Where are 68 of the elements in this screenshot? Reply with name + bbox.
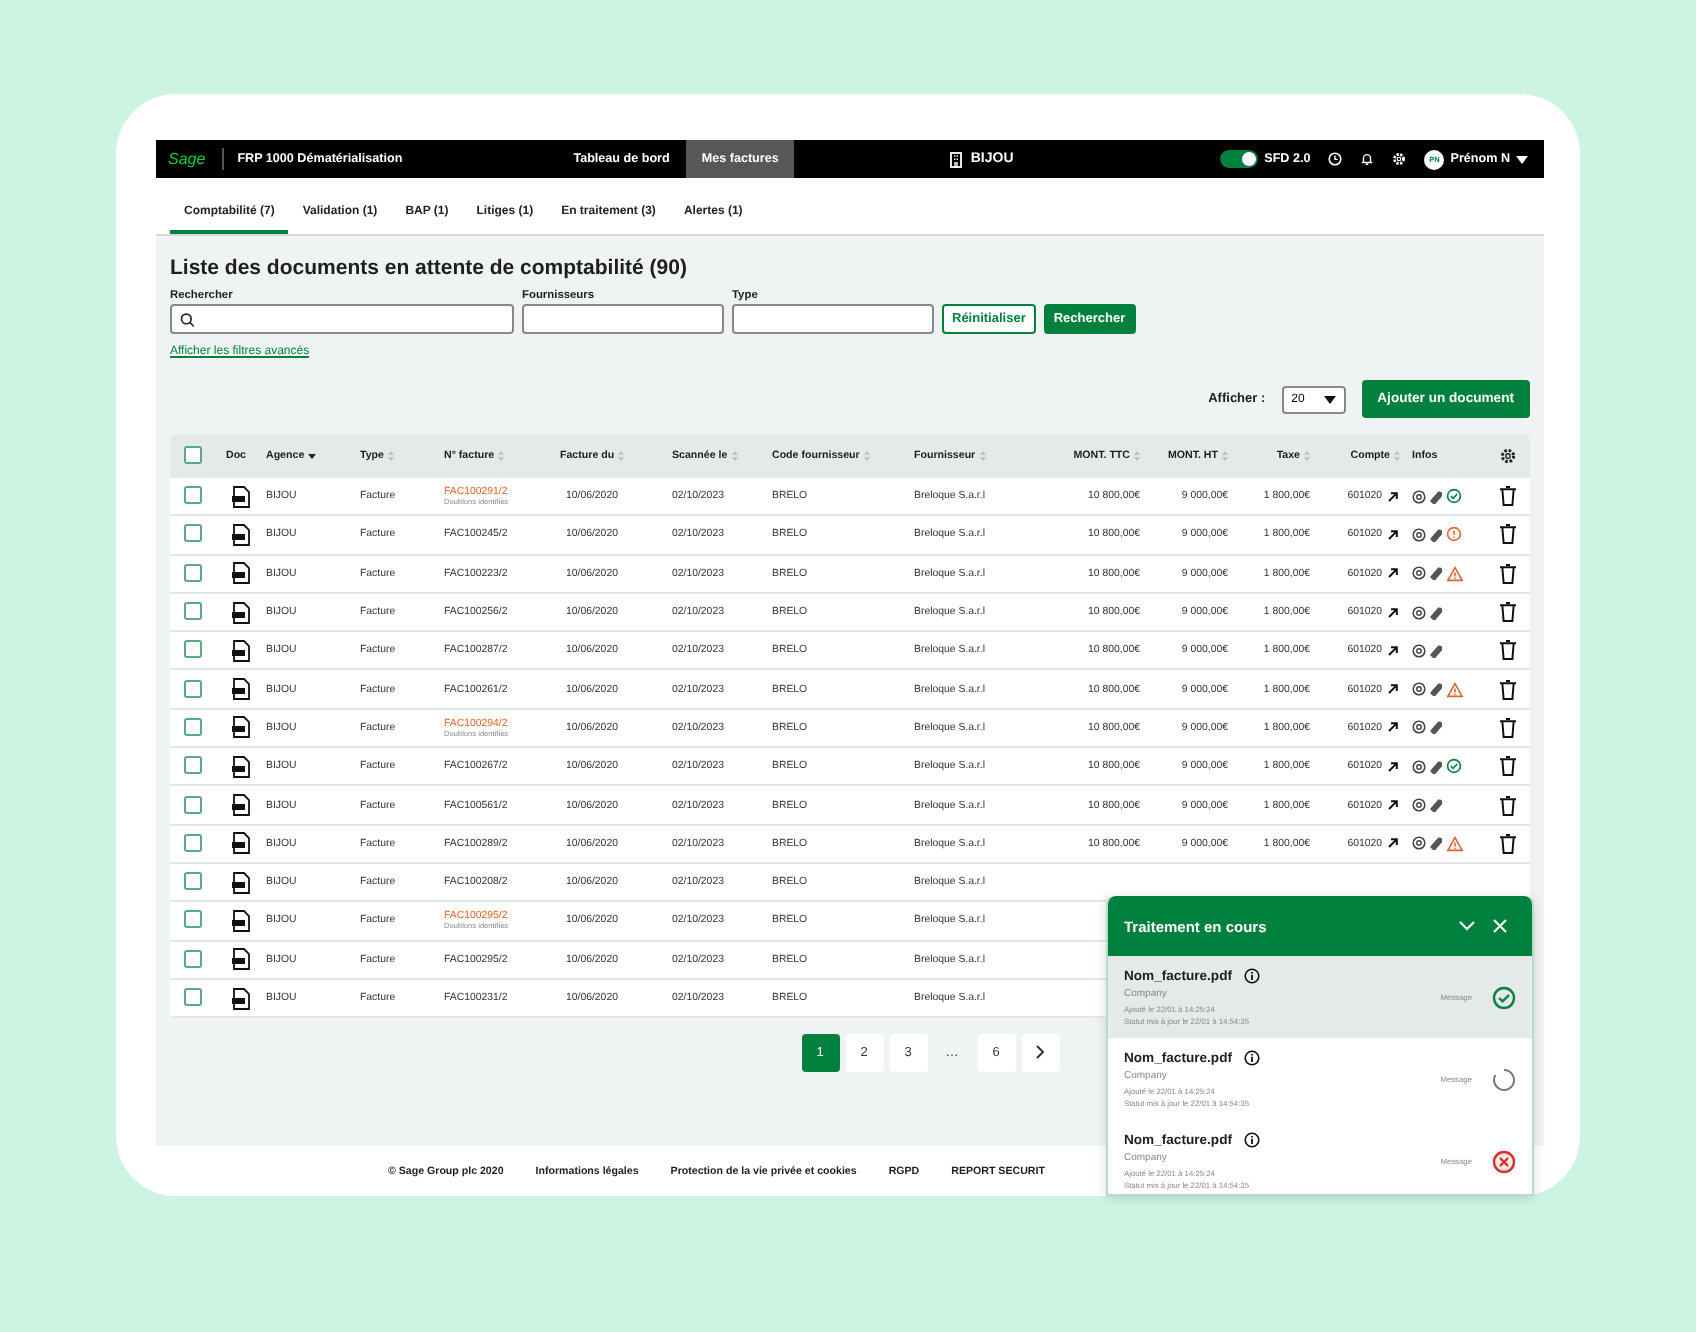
arrow-icon[interactable] xyxy=(1388,722,1398,733)
arrow-icon[interactable] xyxy=(1388,838,1398,849)
row-checkbox[interactable] xyxy=(184,756,202,775)
row-checkbox[interactable] xyxy=(184,872,202,891)
pdf-file-icon[interactable] xyxy=(231,987,249,1009)
pdf-file-icon[interactable] xyxy=(231,485,249,508)
row-checkbox[interactable] xyxy=(184,949,202,968)
trash-icon[interactable] xyxy=(1499,833,1515,854)
info-icon[interactable] xyxy=(1244,1050,1261,1067)
caret-icon xyxy=(1323,395,1336,403)
arrow-icon[interactable] xyxy=(1388,529,1398,540)
row-checkbox[interactable] xyxy=(184,795,202,814)
trash-icon[interactable] xyxy=(1499,717,1515,738)
pdf-file-icon[interactable] xyxy=(231,755,249,778)
next-page-button[interactable] xyxy=(1021,1034,1059,1073)
pdf-file-icon[interactable] xyxy=(231,562,249,585)
page-title: Liste des documents en attente de comptabilité (90) xyxy=(170,256,689,280)
row-checkbox[interactable] xyxy=(184,833,202,852)
arrow-icon[interactable] xyxy=(1388,491,1398,502)
row-checkbox[interactable] xyxy=(184,910,202,929)
chevron-right-icon xyxy=(1034,1043,1046,1060)
trash-icon[interactable] xyxy=(1499,756,1515,777)
arrow-icon[interactable] xyxy=(1388,568,1398,579)
trash-icon[interactable] xyxy=(1499,640,1515,661)
trash-icon[interactable] xyxy=(1499,679,1515,700)
trash-icon[interactable] xyxy=(1499,524,1515,545)
settings-icon[interactable] xyxy=(1499,448,1515,464)
bell-icon[interactable] xyxy=(1360,152,1375,166)
arrow-icon[interactable] xyxy=(1388,800,1398,811)
pdf-file-icon[interactable] xyxy=(231,601,249,624)
sort-down-icon[interactable] xyxy=(308,452,317,460)
select-all-checkbox[interactable] xyxy=(184,446,202,464)
trash-icon[interactable] xyxy=(1499,486,1515,507)
pdf-file-icon[interactable] xyxy=(231,794,249,817)
logo[interactable]: Sage xyxy=(168,140,206,178)
info-icon[interactable] xyxy=(1244,968,1261,985)
trash-icon[interactable] xyxy=(1499,563,1515,584)
row-checkbox[interactable] xyxy=(184,602,202,621)
sfd-toggle[interactable] xyxy=(1220,150,1259,168)
info-icon[interactable] xyxy=(1244,1132,1261,1149)
pdf-file-icon[interactable] xyxy=(231,678,249,701)
caret-icon[interactable] xyxy=(1516,155,1528,163)
row-checkbox[interactable] xyxy=(184,563,202,582)
pdf-file-icon[interactable] xyxy=(231,909,249,932)
row-checkbox[interactable] xyxy=(184,679,202,698)
clock-icon[interactable] xyxy=(1328,152,1343,166)
type-field[interactable] xyxy=(732,304,934,334)
row-checkbox[interactable] xyxy=(184,486,202,505)
trash-icon[interactable] xyxy=(1499,795,1515,816)
pdf-file-icon[interactable] xyxy=(231,639,249,662)
pdf-file-icon[interactable] xyxy=(231,716,249,739)
building-icon xyxy=(950,151,963,167)
arrow-icon[interactable] xyxy=(1388,645,1398,656)
arrow-icon[interactable] xyxy=(1388,684,1398,695)
row-checkbox[interactable] xyxy=(184,524,202,543)
row-checkbox[interactable] xyxy=(184,988,202,1006)
search-icon xyxy=(180,311,195,327)
arrow-icon[interactable] xyxy=(1388,607,1398,618)
row-checkbox[interactable] xyxy=(184,717,202,736)
row-checkbox[interactable] xyxy=(184,640,202,659)
trash-icon[interactable] xyxy=(1499,602,1515,623)
supplier-field[interactable] xyxy=(522,304,724,334)
pdf-file-icon[interactable] xyxy=(231,832,249,855)
pdf-file-icon[interactable] xyxy=(231,523,249,546)
search-field[interactable] xyxy=(170,304,514,334)
pdf-file-icon[interactable] xyxy=(231,871,249,894)
arrow-icon[interactable] xyxy=(1388,761,1398,772)
pdf-file-icon[interactable] xyxy=(231,948,249,971)
